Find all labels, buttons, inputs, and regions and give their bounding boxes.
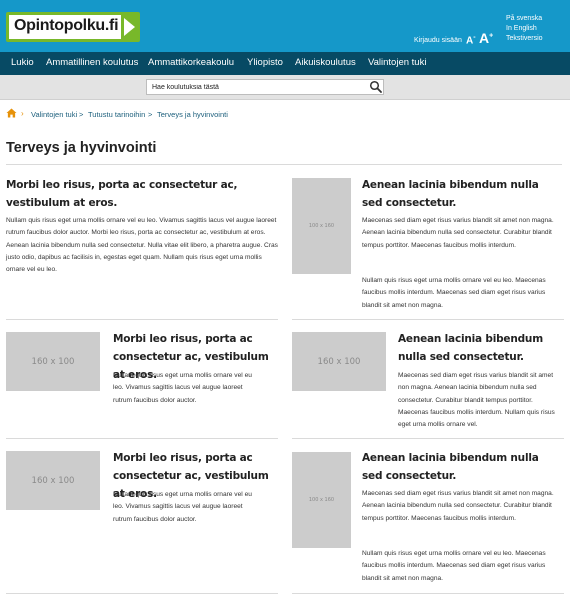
breadcrumb-item-current: Terveys ja hyvinvointi: [157, 110, 228, 119]
logo-text-box: Opintopolku.fi: [9, 15, 121, 39]
article-image[interactable]: 160 x 100: [292, 332, 386, 391]
article-divider: [292, 438, 564, 439]
article-divider: [6, 438, 278, 439]
font-size-increase-button[interactable]: A+: [479, 30, 493, 46]
login-link[interactable]: Kirjaudu sisään: [414, 37, 462, 44]
article-text-2: Nullam quis risus eget urna mollis ornar…: [362, 550, 546, 582]
main-nav: Lukio Ammatillinen koulutus Ammattikorke…: [0, 52, 570, 75]
article-image[interactable]: 100 x 160: [292, 452, 351, 548]
chevron-right-icon: ›: [21, 109, 24, 118]
article-image[interactable]: 160 x 100: [6, 451, 100, 510]
article-image[interactable]: 160 x 100: [6, 332, 100, 391]
font-large-label: A: [479, 30, 490, 46]
article-title[interactable]: Aenean lacinia bibendum nulla sed consec…: [362, 176, 562, 212]
breadcrumb-separator: >: [148, 110, 153, 119]
nav-item-amk[interactable]: Ammattikorkeakoulu: [148, 57, 234, 68]
page-title: Terveys ja hyvinvointi: [6, 140, 157, 156]
home-icon[interactable]: [6, 108, 17, 118]
article-divider: [292, 593, 564, 594]
text-version-link[interactable]: Tekstiversio: [506, 34, 543, 44]
font-size-decrease-button[interactable]: A-: [466, 34, 476, 46]
nav-item-lukio[interactable]: Lukio: [11, 57, 34, 68]
article-divider: [6, 319, 278, 320]
lang-english-link[interactable]: In English: [506, 24, 543, 34]
logo[interactable]: Opintopolku.fi: [6, 12, 140, 42]
article-text-2: Nullam quis risus eget urna mollis ornar…: [362, 277, 546, 309]
site-header: Opintopolku.fi Kirjaudu sisään A- A+ På …: [0, 0, 570, 52]
article-title[interactable]: Aenean lacinia bibendum nulla sed consec…: [398, 330, 564, 366]
logo-arrow-icon: [124, 18, 135, 36]
breadcrumb-item-tarinoihin[interactable]: Tutustu tarinoihin: [88, 110, 145, 119]
nav-item-yliopisto[interactable]: Yliopisto: [247, 57, 283, 68]
article-divider: [292, 319, 564, 320]
breadcrumb-item-valintojen-tuki[interactable]: Valintojen tuki: [31, 110, 77, 119]
article-text: Maecenas sed diam eget risus varius blan…: [398, 372, 555, 429]
article-image[interactable]: 100 x 160: [292, 178, 351, 274]
article-text: Maecenas sed diam eget risus varius blan…: [362, 490, 554, 522]
title-divider: [6, 164, 562, 165]
breadcrumb-separator: >: [79, 110, 84, 119]
article-text: Nullam quis risus eget urna mollis ornar…: [113, 372, 252, 404]
article-title[interactable]: Morbi leo risus, porta ac consectetur ac…: [6, 176, 276, 212]
search-bar: [0, 75, 570, 100]
article-title[interactable]: Aenean lacinia bibendum nulla sed consec…: [362, 449, 562, 485]
article-text: Nullam quis risus eget urna mollis ornar…: [6, 217, 278, 274]
nav-item-valintojen-tuki[interactable]: Valintojen tuki: [368, 57, 426, 68]
lang-swedish-link[interactable]: På svenska: [506, 14, 543, 24]
nav-item-aikuiskoulutus[interactable]: Aikuiskoulutus: [295, 57, 356, 68]
article-divider: [6, 593, 278, 594]
language-links: På svenska In English Tekstiversio: [506, 14, 543, 44]
logo-text: Opintopolku.fi: [14, 17, 119, 34]
search-icon[interactable]: [369, 80, 383, 94]
nav-item-ammatillinen[interactable]: Ammatillinen koulutus: [46, 57, 138, 68]
article-text: Maecenas sed diam eget risus varius blan…: [362, 217, 554, 249]
article-text: Nullam quis risus eget urna mollis ornar…: [113, 491, 252, 523]
search-input[interactable]: [146, 79, 384, 95]
